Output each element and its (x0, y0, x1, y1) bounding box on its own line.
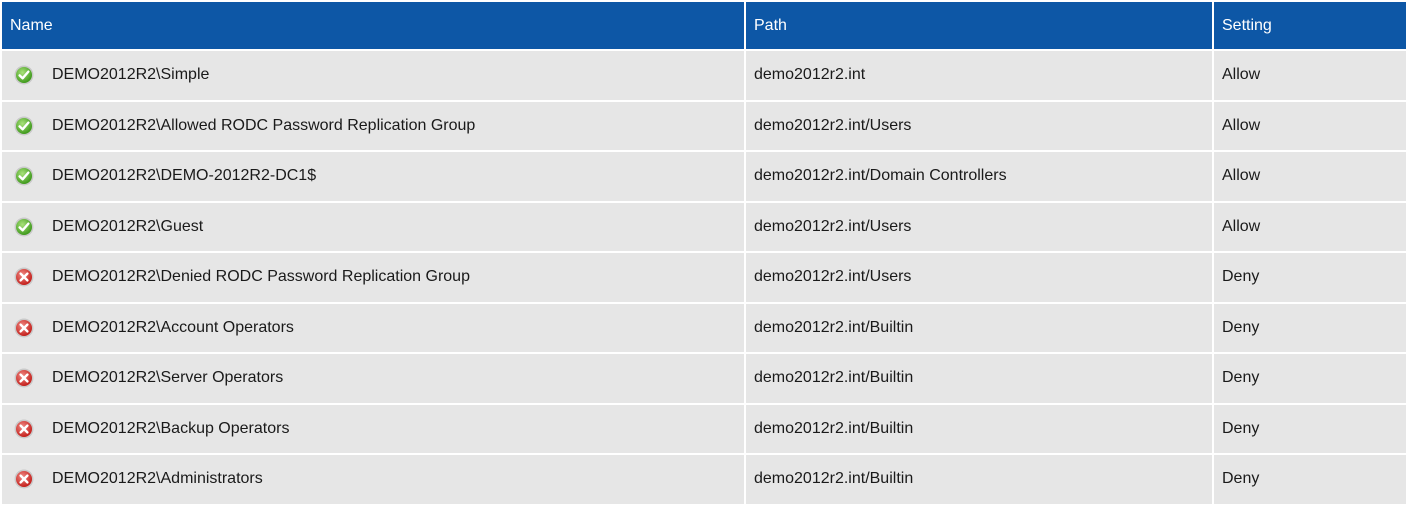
cell-setting: Deny (1214, 404, 1406, 453)
cell-setting: Allow (1214, 152, 1406, 201)
allow-check-icon (14, 217, 34, 237)
allow-check-icon (14, 65, 34, 85)
cell-setting: Allow (1214, 101, 1406, 150)
table-row[interactable]: DEMO2012R2\Simple demo2012r2.int Allow (2, 51, 1406, 100)
deny-x-icon (14, 419, 34, 439)
cell-path: demo2012r2.int/Builtin (746, 404, 1212, 453)
cell-path: demo2012r2.int/Users (746, 253, 1212, 302)
cell-name: DEMO2012R2\Account Operators (2, 303, 744, 352)
cell-setting: Deny (1214, 303, 1406, 352)
cell-path: demo2012r2.int/Builtin (746, 354, 1212, 403)
column-header-path[interactable]: Path (746, 2, 1212, 49)
principal-name: DEMO2012R2\Account Operators (52, 318, 294, 336)
cell-name: DEMO2012R2\Simple (2, 51, 744, 100)
principal-name: DEMO2012R2\DEMO-2012R2-DC1$ (52, 167, 317, 185)
table-header-row: Name Path Setting (2, 2, 1406, 49)
cell-name: DEMO2012R2\Server Operators (2, 354, 744, 403)
cell-setting: Allow (1214, 51, 1406, 100)
cell-setting: Deny (1214, 455, 1406, 504)
permissions-table: Name Path Setting DEMO2012R2\Simple demo2… (0, 0, 1408, 506)
cell-path: demo2012r2.int/Users (746, 101, 1212, 150)
cell-path: demo2012r2.int/Builtin (746, 303, 1212, 352)
column-header-name[interactable]: Name (2, 2, 744, 49)
cell-path: demo2012r2.int/Domain Controllers (746, 152, 1212, 201)
principal-name: DEMO2012R2\Guest (52, 217, 204, 235)
principal-name: DEMO2012R2\Denied RODC Password Replicat… (52, 268, 470, 286)
principal-name: DEMO2012R2\Backup Operators (52, 419, 290, 437)
cell-setting: Deny (1214, 354, 1406, 403)
cell-name: DEMO2012R2\Administrators (2, 455, 744, 504)
table-row[interactable]: DEMO2012R2\Denied RODC Password Replicat… (2, 253, 1406, 302)
table-row[interactable]: DEMO2012R2\Guest demo2012r2.int/Users Allo… (2, 202, 1406, 251)
table-row[interactable]: DEMO2012R2\DEMO-2012R2-DC1$ demo2012r2.in… (2, 152, 1406, 201)
cell-name: DEMO2012R2\Allowed RODC Password Replica… (2, 101, 744, 150)
column-header-setting[interactable]: Setting (1214, 2, 1406, 49)
allow-check-icon (14, 166, 34, 186)
cell-name: DEMO2012R2\DEMO-2012R2-DC1$ (2, 152, 744, 201)
deny-x-icon (14, 368, 34, 388)
cell-name: DEMO2012R2\Backup Operators (2, 404, 744, 453)
deny-x-icon (14, 267, 34, 287)
table-row[interactable]: DEMO2012R2\Account Operators demo2012r2.i… (2, 303, 1406, 352)
principal-name: DEMO2012R2\Simple (52, 66, 210, 84)
cell-path: demo2012r2.int/Builtin (746, 455, 1212, 504)
table-row[interactable]: DEMO2012R2\Administrators demo2012r2.int/… (2, 455, 1406, 504)
cell-name: DEMO2012R2\Guest (2, 202, 744, 251)
cell-setting: Allow (1214, 202, 1406, 251)
principal-name: DEMO2012R2\Allowed RODC Password Replica… (52, 116, 476, 134)
cell-setting: Deny (1214, 253, 1406, 302)
cell-path: demo2012r2.int/Users (746, 202, 1212, 251)
principal-name: DEMO2012R2\Server Operators (52, 369, 284, 387)
table-row[interactable]: DEMO2012R2\Backup Operators demo2012r2.in… (2, 404, 1406, 453)
allow-check-icon (14, 116, 34, 136)
table-row[interactable]: DEMO2012R2\Server Operators demo2012r2.in… (2, 354, 1406, 403)
deny-x-icon (14, 469, 34, 489)
principal-name: DEMO2012R2\Administrators (52, 470, 263, 488)
cell-path: demo2012r2.int (746, 51, 1212, 100)
cell-name: DEMO2012R2\Denied RODC Password Replicat… (2, 253, 744, 302)
table-row[interactable]: DEMO2012R2\Allowed RODC Password Replica… (2, 101, 1406, 150)
deny-x-icon (14, 318, 34, 338)
